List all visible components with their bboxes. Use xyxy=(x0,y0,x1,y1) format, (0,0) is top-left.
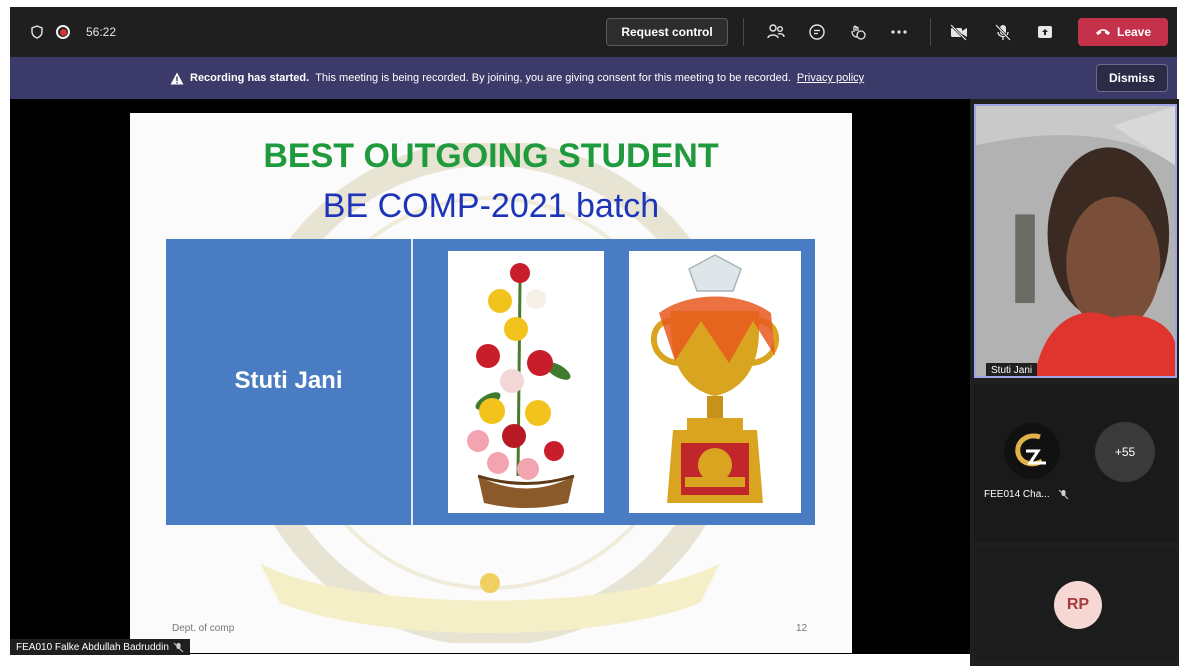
presenter-name: FEA010 Falke Abdullah Badruddin xyxy=(16,641,169,653)
participant-tile-rp: RP xyxy=(974,548,1177,660)
more-icon[interactable] xyxy=(888,21,910,43)
toolbar-divider xyxy=(930,18,931,46)
participant-name: FEE014 Cha... xyxy=(984,489,1050,500)
mic-off-icon[interactable] xyxy=(992,21,1014,43)
student-name: Stuti Jani xyxy=(234,367,343,394)
slide-footer: Dept. of comp xyxy=(172,623,235,634)
privacy-policy-link[interactable]: Privacy policy xyxy=(797,72,864,84)
camera-off-icon[interactable] xyxy=(948,21,970,43)
participant-video-tile[interactable]: Stuti Jani xyxy=(974,104,1177,378)
slide-subtitle: BE COMP-2021 batch xyxy=(322,187,660,225)
mic-off-icon xyxy=(1058,489,1068,500)
meeting-timer: 56:22 xyxy=(86,25,117,39)
leave-button[interactable]: Leave xyxy=(1078,18,1168,46)
student-award-panel: Stuti Jani xyxy=(166,239,815,525)
record-icon xyxy=(56,25,70,39)
chat-icon[interactable] xyxy=(806,21,828,43)
toolbar-divider xyxy=(743,18,744,46)
mic-off-icon xyxy=(173,642,184,652)
participant-name-label: Stuti Jani xyxy=(986,363,1038,376)
participant-tiles: FEE014 Cha... +55 xyxy=(974,384,1177,542)
more-participants-button[interactable]: +55 xyxy=(1095,422,1155,482)
presentation-slide: BEST OUTGOING STUDENT BE COMP-2021 batch… xyxy=(130,113,852,653)
slide-title: BEST OUTGOING STUDENT xyxy=(263,137,719,175)
recording-message: Recording has started. This meeting is b… xyxy=(170,57,864,99)
warning-icon xyxy=(170,72,184,84)
dismiss-button[interactable]: Dismiss xyxy=(1096,64,1168,92)
shield-icon xyxy=(31,25,43,39)
participant-gallery: Stuti Jani FEE014 Cha... +55 RP xyxy=(970,99,1179,666)
shared-screen: BEST OUTGOING STUDENT BE COMP-2021 batch… xyxy=(10,99,970,654)
meeting-status: 56:22 xyxy=(30,7,116,57)
recording-bold-text: Recording has started. xyxy=(190,72,310,84)
meeting-toolbar: 56:22 Request control Leave xyxy=(10,7,1177,57)
recording-banner: Recording has started. This meeting is b… xyxy=(10,57,1177,99)
participant-label: FEE014 Cha... xyxy=(984,489,1069,500)
participants-icon[interactable] xyxy=(765,21,787,43)
reactions-icon[interactable] xyxy=(847,21,869,43)
trophy-image xyxy=(629,251,801,513)
leave-label: Leave xyxy=(1116,25,1152,39)
panel-divider xyxy=(411,239,413,525)
slide-page-number: 12 xyxy=(796,623,808,634)
presenter-name-tag: FEA010 Falke Abdullah Badruddin xyxy=(10,639,190,655)
participant-video xyxy=(976,106,1175,376)
phone-icon xyxy=(1095,29,1110,35)
participant-avatar-rp[interactable]: RP xyxy=(1054,581,1102,629)
logo-avatar-icon xyxy=(1015,433,1046,467)
recording-text: This meeting is being recorded. By joini… xyxy=(315,72,791,84)
participant-avatar[interactable] xyxy=(1004,423,1060,479)
request-control-button[interactable]: Request control xyxy=(606,18,728,46)
share-icon[interactable] xyxy=(1034,21,1056,43)
flower-bouquet-image xyxy=(448,251,604,513)
